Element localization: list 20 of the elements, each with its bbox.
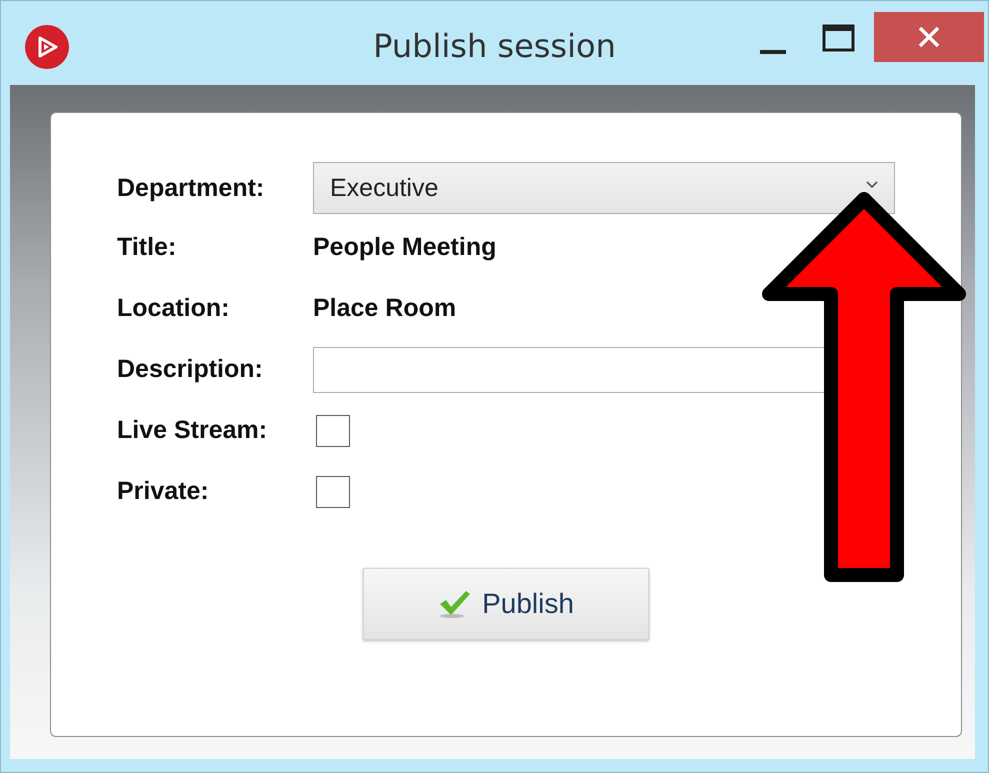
field-label: Description:: [117, 355, 264, 384]
caret-icon: [866, 181, 878, 189]
close-button[interactable]: [874, 12, 984, 62]
maximize-icon: [822, 23, 856, 53]
field-value: Place Room: [313, 294, 456, 323]
department-dropdown[interactable]: Executive: [313, 162, 895, 214]
checkmark-icon: [438, 589, 472, 619]
app-icon: [25, 25, 69, 69]
checkbox[interactable]: [316, 476, 350, 508]
field-label: Location:: [117, 294, 230, 323]
close-icon: [917, 25, 941, 49]
window-title: Publish session: [373, 27, 616, 65]
field-label: Private:: [117, 477, 210, 506]
field-value: People Meeting: [313, 233, 496, 262]
publish-button[interactable]: Publish: [363, 568, 649, 640]
field-label: Department:: [117, 174, 266, 202]
field-label: Live Stream:: [117, 416, 268, 445]
checkbox[interactable]: [316, 414, 350, 446]
minimize-icon: [760, 50, 786, 54]
field-label: Title:: [117, 233, 178, 262]
